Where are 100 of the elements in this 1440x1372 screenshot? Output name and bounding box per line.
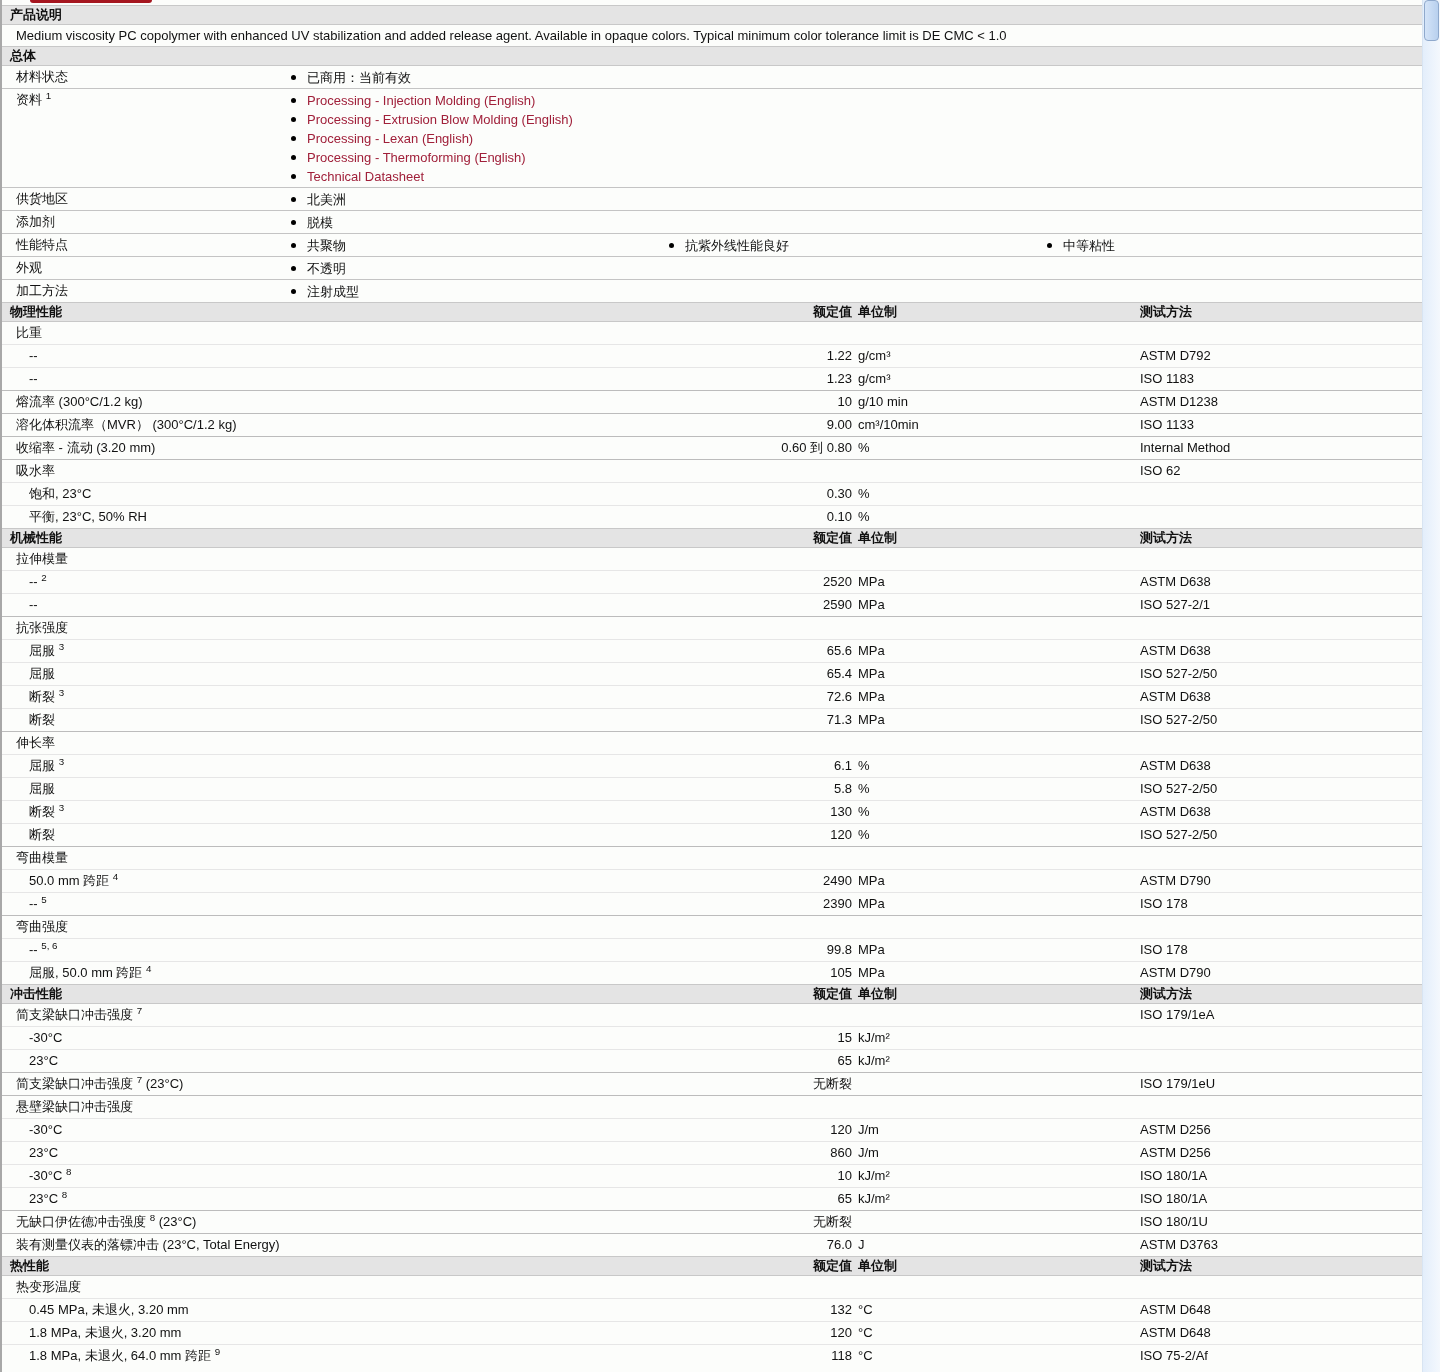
section-title: 热性能: [9, 1258, 50, 1274]
property-label: 性能特点: [15, 237, 69, 253]
unit-text: MPa: [858, 597, 885, 612]
test-method: ISO 180/1U: [1140, 1214, 1208, 1229]
property-label: 0.45 MPa, 未退火, 3.20 mm: [29, 1302, 189, 1317]
unit-text: °C: [858, 1325, 873, 1340]
column-header: 额定值: [813, 1258, 852, 1274]
scrollbar-thumb[interactable]: [1424, 0, 1439, 41]
property-value: 860: [830, 1145, 852, 1161]
property-value: 2590: [823, 597, 852, 613]
bullet-icon: [291, 197, 296, 202]
test-method: ISO 179/1eU: [1140, 1076, 1216, 1091]
unit-text: MPa: [858, 942, 885, 957]
property-value: 120: [830, 1122, 852, 1138]
test-method: ISO 527-2/50: [1140, 666, 1218, 681]
unit-text: MPa: [858, 574, 885, 589]
property-label: 资料 $^{1}$: [15, 92, 53, 108]
property-label: 拉伸模量: [16, 551, 68, 566]
bullet-icon: [291, 155, 296, 160]
property-label: 热变形温度: [16, 1279, 81, 1294]
test-method: ISO 1133: [1140, 417, 1194, 432]
bullet-icon: [291, 174, 296, 179]
property-label: 加工方法: [15, 283, 69, 299]
property-label: 供货地区: [15, 191, 69, 207]
property-label: 1.8 MPa, 未退火, 64.0 mm 跨距 $^{9}$: [29, 1348, 221, 1363]
property-value: 1.23: [826, 371, 852, 387]
property-label: 断裂 $^{3}$: [29, 689, 65, 704]
property-label: 简支梁缺口冲击强度 $^{7}$: [16, 1007, 143, 1022]
column-header: 测试方法: [1139, 986, 1192, 1002]
property-value: 72.6: [826, 689, 852, 705]
section-title: 机械性能: [8, 530, 63, 546]
unit-text: J/m: [858, 1122, 879, 1137]
unit-text: J: [858, 1237, 865, 1252]
test-method: ISO 75-2/Af: [1140, 1348, 1208, 1363]
unit-text: %: [858, 781, 870, 796]
property-label: 23°C: [29, 1053, 59, 1068]
bullet-icon: [291, 117, 296, 122]
document-link[interactable]: Processing - Thermoforming (English): [307, 149, 526, 166]
property-label: 弯曲强度: [16, 919, 68, 934]
property-label: 弯曲模量: [16, 850, 68, 865]
document-link[interactable]: Processing - Extrusion Blow Molding (English): [307, 111, 573, 128]
property-value: 北美洲: [307, 191, 346, 208]
unit-text: kJ/m²: [858, 1168, 890, 1183]
property-value: 脱模: [307, 214, 333, 231]
property-label: 饱和, 23°C: [29, 486, 92, 501]
document-link[interactable]: Processing - Injection Molding (English): [307, 92, 536, 109]
property-value: 71.3: [826, 712, 852, 728]
property-value: 无断裂: [813, 1076, 852, 1092]
property-value: 105: [830, 965, 852, 981]
property-value: 118: [831, 1348, 852, 1364]
test-method: ISO 1183: [1140, 371, 1194, 386]
property-value: 注射成型: [307, 283, 359, 300]
test-method: ISO 180/1A: [1140, 1168, 1208, 1183]
test-method: ASTM D648: [1140, 1302, 1211, 1317]
property-label: 收缩率 - 流动 (3.20 mm): [16, 440, 156, 455]
property-value: 65: [837, 1191, 852, 1207]
document-link[interactable]: Processing - Lexan (English): [307, 130, 474, 147]
bullet-icon: [291, 98, 296, 103]
property-label: 无缺口伊佐德冲击强度 $^{8}$ (23°C): [16, 1214, 197, 1229]
section-title: 产品说明: [9, 7, 63, 23]
bullet-icon: [1047, 243, 1052, 248]
unit-text: g/cm³: [858, 371, 891, 386]
property-value: 15: [837, 1030, 852, 1046]
property-value: 2390: [823, 896, 852, 912]
property-value: 10: [837, 394, 852, 410]
column-header: 单位制: [857, 304, 897, 320]
property-label: 悬壁梁缺口冲击强度: [16, 1099, 133, 1114]
property-value: 65: [837, 1053, 852, 1069]
test-method: ASTM D638: [1140, 804, 1211, 819]
unit-text: °C: [858, 1348, 873, 1363]
unit-text: g/cm³: [858, 348, 891, 363]
bullet-icon: [291, 75, 296, 80]
bullet-icon: [291, 136, 296, 141]
unit-text: MPa: [858, 689, 885, 704]
unit-text: MPa: [858, 712, 885, 727]
unit-text: MPa: [858, 666, 885, 681]
unit-text: %: [858, 827, 870, 842]
property-value: 0.10: [826, 509, 852, 525]
bullet-icon: [291, 220, 296, 225]
unit-text: MPa: [858, 896, 885, 911]
property-label: -- $^{5, 6}$: [29, 942, 58, 957]
unit-text: %: [858, 440, 870, 455]
property-label: -- $^{5}$: [29, 896, 47, 911]
property-value: 抗紫外线性能良好: [685, 237, 789, 254]
property-value: 10: [837, 1168, 852, 1184]
document-link[interactable]: Technical Datasheet: [307, 168, 425, 185]
test-method: ASTM D790: [1140, 965, 1211, 980]
property-label: 屈服 $^{3}$: [29, 758, 65, 773]
section-title: 冲击性能: [9, 986, 63, 1002]
property-label: 比重: [16, 325, 42, 340]
property-label: 23°C: [29, 1145, 59, 1160]
tab[interactable]: [30, 0, 152, 3]
property-value: 已商用：当前有效: [307, 69, 411, 86]
scrollbar[interactable]: [1422, 0, 1440, 1372]
property-value: 2520: [823, 574, 852, 590]
unit-text: cm³/10min: [858, 417, 919, 432]
property-value: 中等粘性: [1063, 237, 1115, 254]
property-label: 外观: [15, 260, 43, 276]
column-header: 测试方法: [1139, 1258, 1192, 1274]
column-header: 额定值: [813, 530, 852, 546]
